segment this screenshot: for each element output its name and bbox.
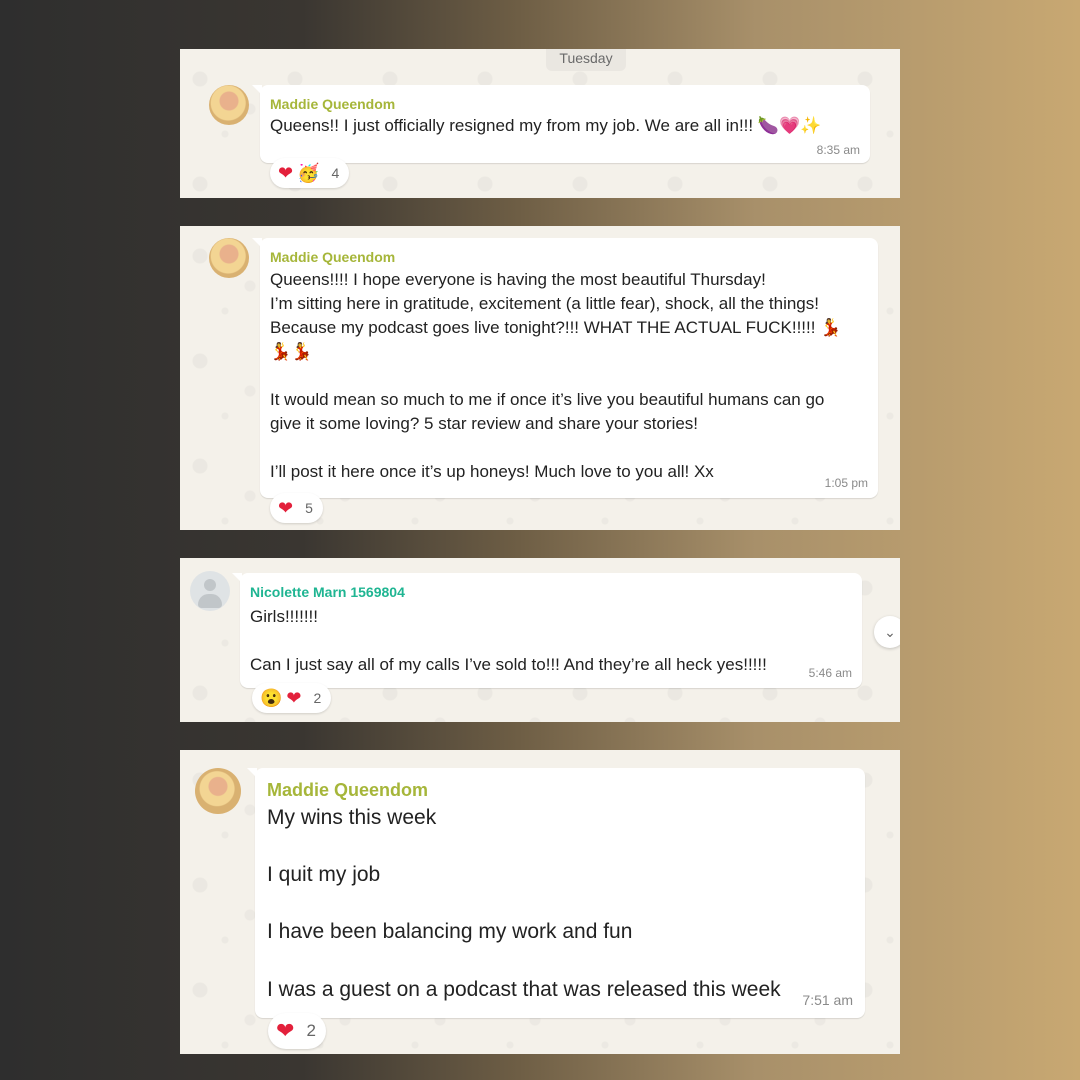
message-line: [270, 436, 841, 460]
chat-panel-2: Maddie Queendom Queens!!!! I hope everyo…: [180, 226, 900, 530]
message-line: My wins this week: [267, 806, 437, 829]
avatar[interactable]: [195, 768, 241, 814]
message-bubble[interactable]: Maddie Queendom My wins this week I quit…: [247, 768, 865, 1018]
message-bubble[interactable]: Nicolette Marn 1569804 Girls!!!!!!! Can …: [232, 573, 862, 688]
reaction-count: 4: [331, 165, 340, 181]
reaction-count: 5: [305, 500, 313, 516]
message-text: Queens!! I just officially resigned my f…: [270, 116, 821, 136]
message-line: Queens!! I just officially resigned my f…: [270, 116, 822, 135]
date-divider: Tuesday: [546, 49, 626, 71]
default-avatar-icon[interactable]: [190, 571, 230, 611]
message-line: I’ll post it here once it’s up honeys! M…: [270, 462, 714, 481]
reaction-bar[interactable]: ❤ 🥳 4: [270, 158, 350, 188]
avatar-head-shape: [204, 579, 216, 591]
sender-name[interactable]: Maddie Queendom: [270, 96, 395, 112]
chat-panel-4: Maddie Queendom My wins this week I quit…: [180, 750, 900, 1054]
message-line: I have been balancing my work and fun: [267, 920, 633, 944]
avatar[interactable]: [209, 85, 249, 125]
message-text: My wins this week I quit my job I have b…: [267, 804, 781, 1004]
party-face-icon: 🥳: [297, 163, 320, 183]
message-line: [267, 890, 781, 919]
reaction-bar[interactable]: ❤ 2: [268, 1013, 326, 1049]
message-time: 1:05 pm: [824, 476, 868, 490]
message-line: I quit my job: [267, 863, 381, 887]
message-line: [267, 833, 781, 862]
message-time: 8:35 am: [816, 143, 860, 157]
message-bubble[interactable]: Maddie Queendom Queens!!!! I hope everyo…: [252, 238, 878, 498]
surprised-face-icon: 😮: [260, 688, 283, 708]
message-line: Queens!!!! I hope everyone is having the…: [270, 270, 766, 289]
message-bubble[interactable]: Maddie Queendom Queens!! I just official…: [252, 85, 870, 163]
chevron-down-icon: ⌄: [884, 624, 896, 640]
message-line: I was a guest on a podcast that was rele…: [267, 977, 781, 1001]
message-time: 5:46 am: [808, 666, 852, 680]
sender-name[interactable]: Maddie Queendom: [267, 780, 428, 801]
message-line: give it some loving? 5 star review and s…: [270, 414, 699, 433]
message-line: Because my podcast goes live tonight?!!!…: [270, 318, 842, 337]
message-line: [267, 947, 781, 976]
message-line: I’m sitting here in gratitude, excitemen…: [270, 294, 819, 313]
message-line: Can I just say all of my calls I’ve sold…: [250, 655, 767, 674]
message-text: Queens!!!! I hope everyone is having the…: [270, 268, 841, 484]
message-time: 7:51 am: [802, 992, 853, 1008]
message-line: Girls!!!!!!!: [250, 607, 318, 626]
message-text: Girls!!!!!!! Can I just say all of my ca…: [250, 605, 767, 677]
chat-panel-1: Tuesday Maddie Queendom Queens!! I just …: [180, 49, 900, 198]
message-line: It would mean so much to me if once it’s…: [270, 390, 825, 409]
reaction-count: 2: [306, 1021, 316, 1040]
sender-name[interactable]: Maddie Queendom: [270, 249, 395, 265]
reaction-count: 2: [313, 690, 322, 706]
scroll-down-button[interactable]: ⌄: [874, 616, 900, 648]
avatar[interactable]: [209, 238, 249, 278]
reaction-bar[interactable]: ❤ 5: [270, 493, 323, 523]
message-line: [250, 629, 767, 653]
sender-name[interactable]: Nicolette Marn 1569804: [250, 584, 405, 600]
heart-icon: ❤: [286, 688, 302, 708]
heart-icon: ❤: [278, 498, 294, 518]
message-line: 💃💃: [270, 342, 313, 361]
message-line: [270, 364, 841, 388]
reaction-bar[interactable]: 😮 ❤ 2: [252, 683, 332, 713]
avatar-body-shape: [198, 594, 222, 608]
heart-icon: ❤: [278, 163, 294, 183]
heart-icon: ❤: [276, 1018, 295, 1043]
chat-panel-3: Nicolette Marn 1569804 Girls!!!!!!! Can …: [180, 558, 900, 722]
